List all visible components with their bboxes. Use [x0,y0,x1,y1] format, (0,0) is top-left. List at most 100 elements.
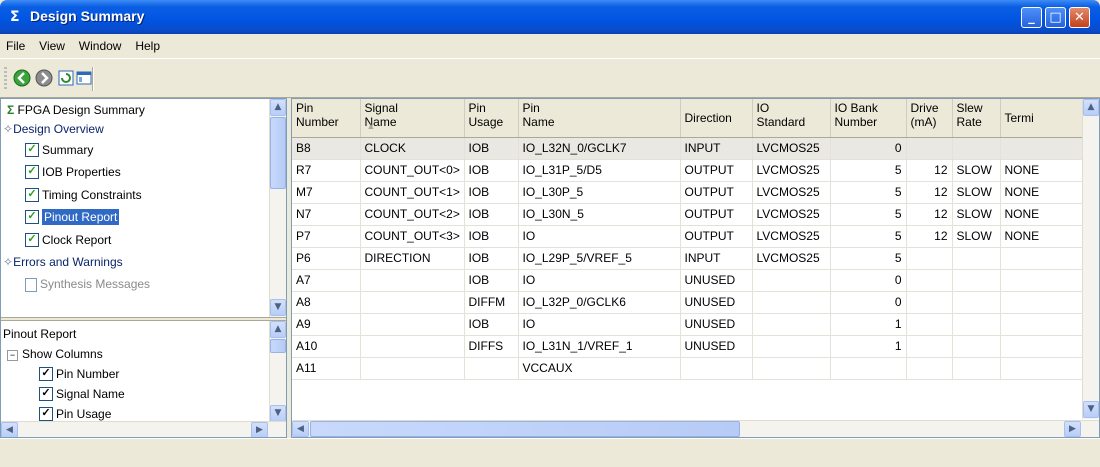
table-cell [952,137,1001,160]
scroll-up-icon[interactable]: ▲ [270,99,286,116]
table-header-row: Pin Number Signal Name ▲ Pin Usage Pin Na… [292,99,1093,138]
checkbox-icon[interactable]: ✓ [39,406,53,421]
scroll-down-icon[interactable]: ▼ [270,299,286,316]
scroll-left-icon[interactable]: ◀ [292,421,309,437]
tree-item-errors-warnings[interactable]: ✧Errors and Warnings [3,251,123,273]
navigation-pane: Σ FPGA Design Summary ✧Design Overview ✓… [0,98,287,438]
sigma-icon: Σ [10,9,20,25]
tree-item-timing-constraints[interactable]: ✓ Timing Constraints [25,184,142,206]
scroll-down-icon[interactable]: ▼ [1083,401,1099,418]
tree-item-design-overview[interactable]: ✧Design Overview [3,118,104,140]
table-cell: A10 [292,335,361,358]
table-row[interactable]: M7 COUNT_OUT<1> IOB IO_L30P_5 OUTPUT LVCMOS25… [292,181,1093,204]
column-header[interactable]: Pin Number [292,99,361,138]
column-header[interactable]: IO Standard [752,99,831,138]
table-cell: 12 [906,225,953,248]
tree-item-summary[interactable]: ✓ Summary [25,139,93,161]
close-button[interactable]: ✕ [1069,7,1090,28]
table-cell: M7 [292,181,361,204]
table-cell [360,291,465,314]
table-row[interactable]: A11 VCCAUX [292,357,1093,380]
scroll-right-icon[interactable]: ▶ [1064,421,1081,437]
table-row[interactable]: A7 IOB IO UNUSED 0 [292,269,1093,292]
column-header[interactable]: Termi [1000,99,1093,138]
status-bar [0,438,1100,467]
table-cell: 0 [830,269,907,292]
table-cell: NONE [1000,159,1093,182]
tree-item-iob-properties[interactable]: ✓ IOB Properties [25,161,121,183]
tree-item-pinout-report[interactable]: ✓ Pinout Report [25,206,120,228]
option-pin-number[interactable]: ✓ Pin Number [39,363,119,385]
checkbox-icon: ✓ [25,187,39,202]
tree-vertical-scrollbar[interactable]: ▲ ▼ [269,99,286,317]
window-icon[interactable] [74,69,94,89]
minimize-button[interactable]: _ [1021,7,1042,28]
scroll-up-icon[interactable]: ▲ [1083,99,1099,116]
sort-ascending-icon: ▲ [366,121,376,131]
table-cell [1000,291,1093,314]
options-vertical-scrollbar[interactable]: ▲ ▼ [269,321,286,423]
column-header[interactable]: Pin Name [518,99,681,138]
table-row[interactable]: R7 COUNT_OUT<0> IOB IO_L31P_5/D5 OUTPUT LVCMO… [292,159,1093,182]
table-cell: 5 [830,159,907,182]
options-horizontal-scrollbar[interactable]: ◀ ▶ [1,421,286,437]
table-cell: 1 [830,313,907,336]
scroll-down-icon[interactable]: ▼ [270,405,286,422]
table-cell: IOB [464,313,519,336]
column-header[interactable]: Slew Rate [952,99,1001,138]
column-header[interactable]: Pin Usage [464,99,519,138]
collapse-icon[interactable]: − [7,350,18,361]
scroll-thumb[interactable] [270,339,286,353]
table-cell: IO_L30P_5 [518,181,681,204]
table-cell: UNUSED [680,335,753,358]
option-signal-name[interactable]: ✓ Signal Name [39,383,125,405]
tree-item-clock-report[interactable]: ✓ Clock Report [25,229,111,251]
column-header[interactable]: IO Bank Number [830,99,907,138]
table-cell: COUNT_OUT<2> [360,203,465,226]
grid-horizontal-scrollbar[interactable]: ◀ ▶ [292,420,1099,437]
checkbox-icon[interactable]: ✓ [39,386,53,401]
scroll-right-icon[interactable]: ▶ [251,422,268,437]
table-row[interactable]: A8 DIFFM IO_L32P_0/GCLK6 UNUSED 0 [292,291,1093,314]
table-cell [830,357,907,380]
table-row[interactable]: P7 COUNT_OUT<3> IOB IO OUTPUT LVCMOS25 5 12 SLOW… [292,225,1093,248]
table-row[interactable]: N7 COUNT_OUT<2> IOB IO_L30N_5 OUTPUT LVCMOS25… [292,203,1093,226]
checkbox-icon[interactable]: ✓ [39,366,53,381]
table-cell: CLOCK [360,137,465,160]
refresh-icon[interactable] [56,69,76,89]
maximize-button[interactable]: □ [1045,7,1066,28]
table-row[interactable]: A10 DIFFS IO_L31N_1/VREF_1 UNUSED 1 [292,335,1093,358]
table-cell: 5 [830,203,907,226]
table-cell [752,291,831,314]
forward-arrow-icon[interactable] [34,69,54,89]
table-cell: OUTPUT [680,203,753,226]
column-header[interactable]: Drive (mA) [906,99,953,138]
title-bar[interactable]: Σ Design Summary _ □ ✕ [0,0,1100,34]
menu-file[interactable]: File [0,34,29,53]
column-header[interactable]: Direction [680,99,753,138]
column-header[interactable]: Signal Name ▲ [360,99,465,138]
table-cell: R7 [292,159,361,182]
scroll-thumb[interactable] [310,421,740,437]
table-cell: 12 [906,203,953,226]
table-cell [1000,357,1093,380]
table-cell [1000,247,1093,270]
menu-help[interactable]: Help [129,34,164,53]
scroll-up-icon[interactable]: ▲ [270,321,286,338]
toolbar-grip[interactable] [4,67,7,89]
back-arrow-icon[interactable] [12,69,32,89]
show-columns-group[interactable]: − Show Columns [7,343,103,365]
tree-item-synthesis-messages[interactable]: Synthesis Messages [25,273,150,295]
table-cell: OUTPUT [680,181,753,204]
table-cell: 12 [906,159,953,182]
table-cell [360,313,465,336]
scroll-thumb[interactable] [270,117,286,189]
table-row[interactable]: A9 IOB IO UNUSED 1 [292,313,1093,336]
table-row[interactable]: B8 CLOCK IOB IO_L32N_0/GCLK7 INPUT LVCMOS25 0 [292,137,1093,160]
table-cell: 0 [830,291,907,314]
menu-window[interactable]: Window [73,34,126,53]
menu-view[interactable]: View [33,34,69,53]
scroll-left-icon[interactable]: ◀ [1,422,18,437]
grid-vertical-scrollbar[interactable]: ▲ ▼ [1082,99,1099,419]
table-row[interactable]: P6 DIRECTION IOB IO_L29P_5/VREF_5 INPUT LVCMO… [292,247,1093,270]
